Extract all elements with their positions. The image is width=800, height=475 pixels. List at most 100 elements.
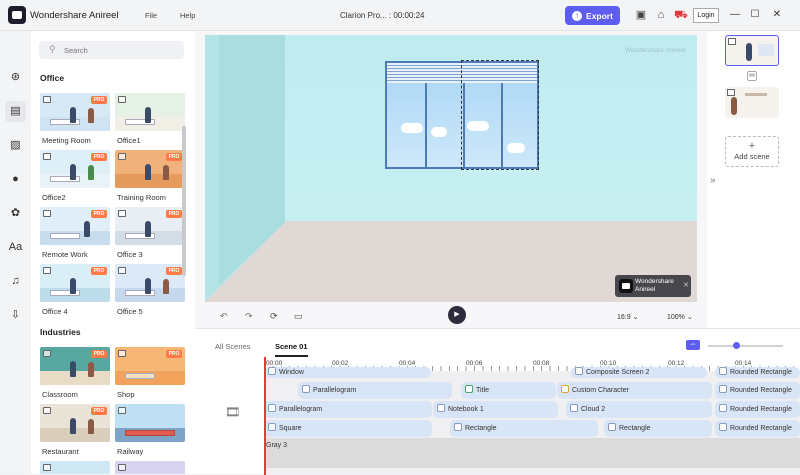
chevron-down-icon: ⌄ — [686, 314, 693, 321]
zoom-select[interactable]: 100% ⌄ — [667, 313, 693, 321]
playhead[interactable] — [264, 357, 266, 475]
scene-thumb-partial[interactable] — [115, 461, 185, 474]
undo-icon[interactable]: ↶ — [220, 311, 228, 322]
shape-icon — [302, 385, 310, 393]
clip-label: Rectangle — [465, 425, 497, 432]
maximize-icon[interactable]: ☐ — [748, 8, 762, 22]
scene-thumb-office-4[interactable]: PRO — [40, 264, 110, 302]
watermark-line2: Anireel — [635, 285, 656, 293]
pro-badge: PRO — [166, 350, 182, 358]
clip-rounded-rectangle[interactable]: Rounded Rectangle — [715, 401, 800, 418]
save-icon[interactable]: ▣ — [634, 8, 648, 22]
pattern-icon[interactable]: ▨ — [5, 135, 26, 156]
music-icon[interactable]: ♫ — [5, 271, 26, 292]
person-icon[interactable]: ● — [5, 169, 26, 190]
scene-thumbnail-2[interactable] — [725, 87, 779, 118]
pro-badge: PRO — [91, 96, 107, 104]
clip-composite-screen[interactable]: Composite Screen 2 — [571, 367, 707, 378]
scene-thumb-classroom[interactable]: PRO — [40, 347, 110, 385]
scenes-panel: ⋈ + Add scene » — [707, 31, 800, 328]
scene-thumb-training-room[interactable]: PRO — [115, 150, 185, 188]
aspect-ratio-select[interactable]: 16:9 ⌄ — [617, 313, 638, 321]
close-icon[interactable]: ✕ — [770, 8, 784, 22]
aspect-ratio-value: 16:9 — [617, 314, 631, 321]
clip-label: Rounded Rectangle — [730, 387, 792, 394]
scene-thumb-restaurant[interactable]: PRO — [40, 404, 110, 442]
character-library-icon[interactable]: ⊛ — [5, 67, 26, 88]
import-icon[interactable]: ⇩ — [5, 305, 26, 326]
clip-rounded-rectangle[interactable]: Rounded Rectangle — [715, 420, 800, 437]
clip-window[interactable]: Window — [264, 367, 431, 378]
fit-timeline-icon[interactable]: ⇔ — [686, 340, 700, 350]
menu-help[interactable]: Help — [180, 11, 195, 20]
library-panel: ⚲ Office PRO Meeting Room Office1 PRO Of… — [31, 31, 195, 474]
scene-thumb-office-3[interactable]: PRO — [115, 207, 185, 245]
watermark-close-icon[interactable]: ✕ — [683, 281, 689, 289]
timeline-zoom-slider[interactable] — [708, 342, 783, 349]
flower-icon[interactable]: ✿ — [5, 203, 26, 224]
transition-icon[interactable]: ⋈ — [747, 71, 757, 81]
zoom-value: 100% — [667, 314, 685, 321]
login-button[interactable]: Login — [693, 8, 719, 23]
camera-icon — [43, 96, 51, 103]
camera-icon — [118, 210, 126, 217]
scene-label: Office1 — [117, 136, 141, 145]
clip-rounded-rectangle[interactable]: Rounded Rectangle — [715, 367, 800, 378]
scene-thumb-partial[interactable] — [40, 461, 110, 474]
search-input[interactable] — [64, 44, 174, 56]
clip-custom-character[interactable]: Custom Character — [557, 382, 712, 399]
pro-badge: PRO — [91, 350, 107, 358]
clip-square[interactable]: Square — [264, 420, 432, 437]
play-button[interactable]: ▶ — [448, 306, 466, 324]
tab-all-scenes[interactable]: All Scenes — [215, 342, 250, 351]
redo-icon[interactable]: ↷ — [245, 311, 253, 322]
minimize-icon[interactable]: — — [728, 8, 742, 22]
scene-thumbnail-1[interactable] — [725, 35, 779, 66]
section-title-industries: Industries — [40, 327, 81, 337]
selection-box[interactable] — [461, 60, 539, 170]
camera-icon — [43, 210, 51, 217]
clip-rectangle[interactable]: Rectangle — [450, 420, 598, 437]
ruler-tick-label: 00:10 — [600, 360, 617, 367]
scene-thumb-railway[interactable] — [115, 404, 185, 442]
ruler-tick-label: 00:00 — [266, 360, 283, 367]
clip-cloud[interactable]: Cloud 2 — [566, 401, 712, 418]
export-button[interactable]: ↑ Export — [565, 6, 620, 25]
slider-knob[interactable] — [733, 342, 740, 349]
panel-scrollbar[interactable] — [182, 126, 186, 276]
tab-scene-01[interactable]: Scene 01 — [275, 342, 308, 357]
scene-thumb-office1[interactable] — [115, 93, 185, 131]
camera-icon — [43, 267, 51, 274]
camera-icon — [118, 350, 126, 357]
scene-library-icon[interactable]: ▤ — [5, 101, 26, 122]
camera-icon — [118, 407, 126, 414]
clip-parallelogram[interactable]: Parallelogram — [264, 401, 432, 418]
clip-notebook[interactable]: Notebook 1 — [433, 401, 558, 418]
record-icon[interactable]: ▭ — [294, 311, 303, 322]
scene-thumb-remote-work[interactable]: PRO — [40, 207, 110, 245]
clip-title[interactable]: Title — [461, 382, 556, 399]
text-icon[interactable]: Aa — [5, 237, 26, 258]
menu-file[interactable]: File — [145, 11, 157, 20]
scene-label: Remote Work — [42, 250, 88, 259]
background-track[interactable]: Gray 3 — [264, 438, 800, 468]
camera-icon — [727, 89, 735, 96]
scene-canvas[interactable]: Wondershare Anireel Wondershare Anireel ✕ — [205, 35, 697, 302]
scene-thumb-meeting-room[interactable]: PRO — [40, 93, 110, 131]
scene-label: Railway — [117, 447, 144, 456]
home-icon[interactable]: ⌂ — [654, 8, 668, 22]
camera-icon — [118, 464, 126, 471]
clip-label: Parallelogram — [313, 387, 357, 394]
clip-parallelogram[interactable]: Parallelogram — [298, 382, 452, 399]
scene-thumb-shop[interactable]: PRO — [115, 347, 185, 385]
cart-icon[interactable]: ⛟ — [674, 8, 688, 22]
scene-thumb-office-5[interactable]: PRO — [115, 264, 185, 302]
replay-icon[interactable]: ⟳ — [270, 311, 278, 322]
add-scene-button[interactable]: + Add scene — [725, 136, 779, 167]
clip-rectangle[interactable]: Rectangle — [604, 420, 712, 437]
board-shape — [758, 44, 774, 56]
scene-thumb-office2[interactable]: PRO — [40, 150, 110, 188]
clip-label: Rounded Rectangle — [730, 406, 792, 413]
expand-panel-icon[interactable]: » — [710, 175, 716, 186]
clip-rounded-rectangle[interactable]: Rounded Rectangle — [715, 382, 800, 399]
